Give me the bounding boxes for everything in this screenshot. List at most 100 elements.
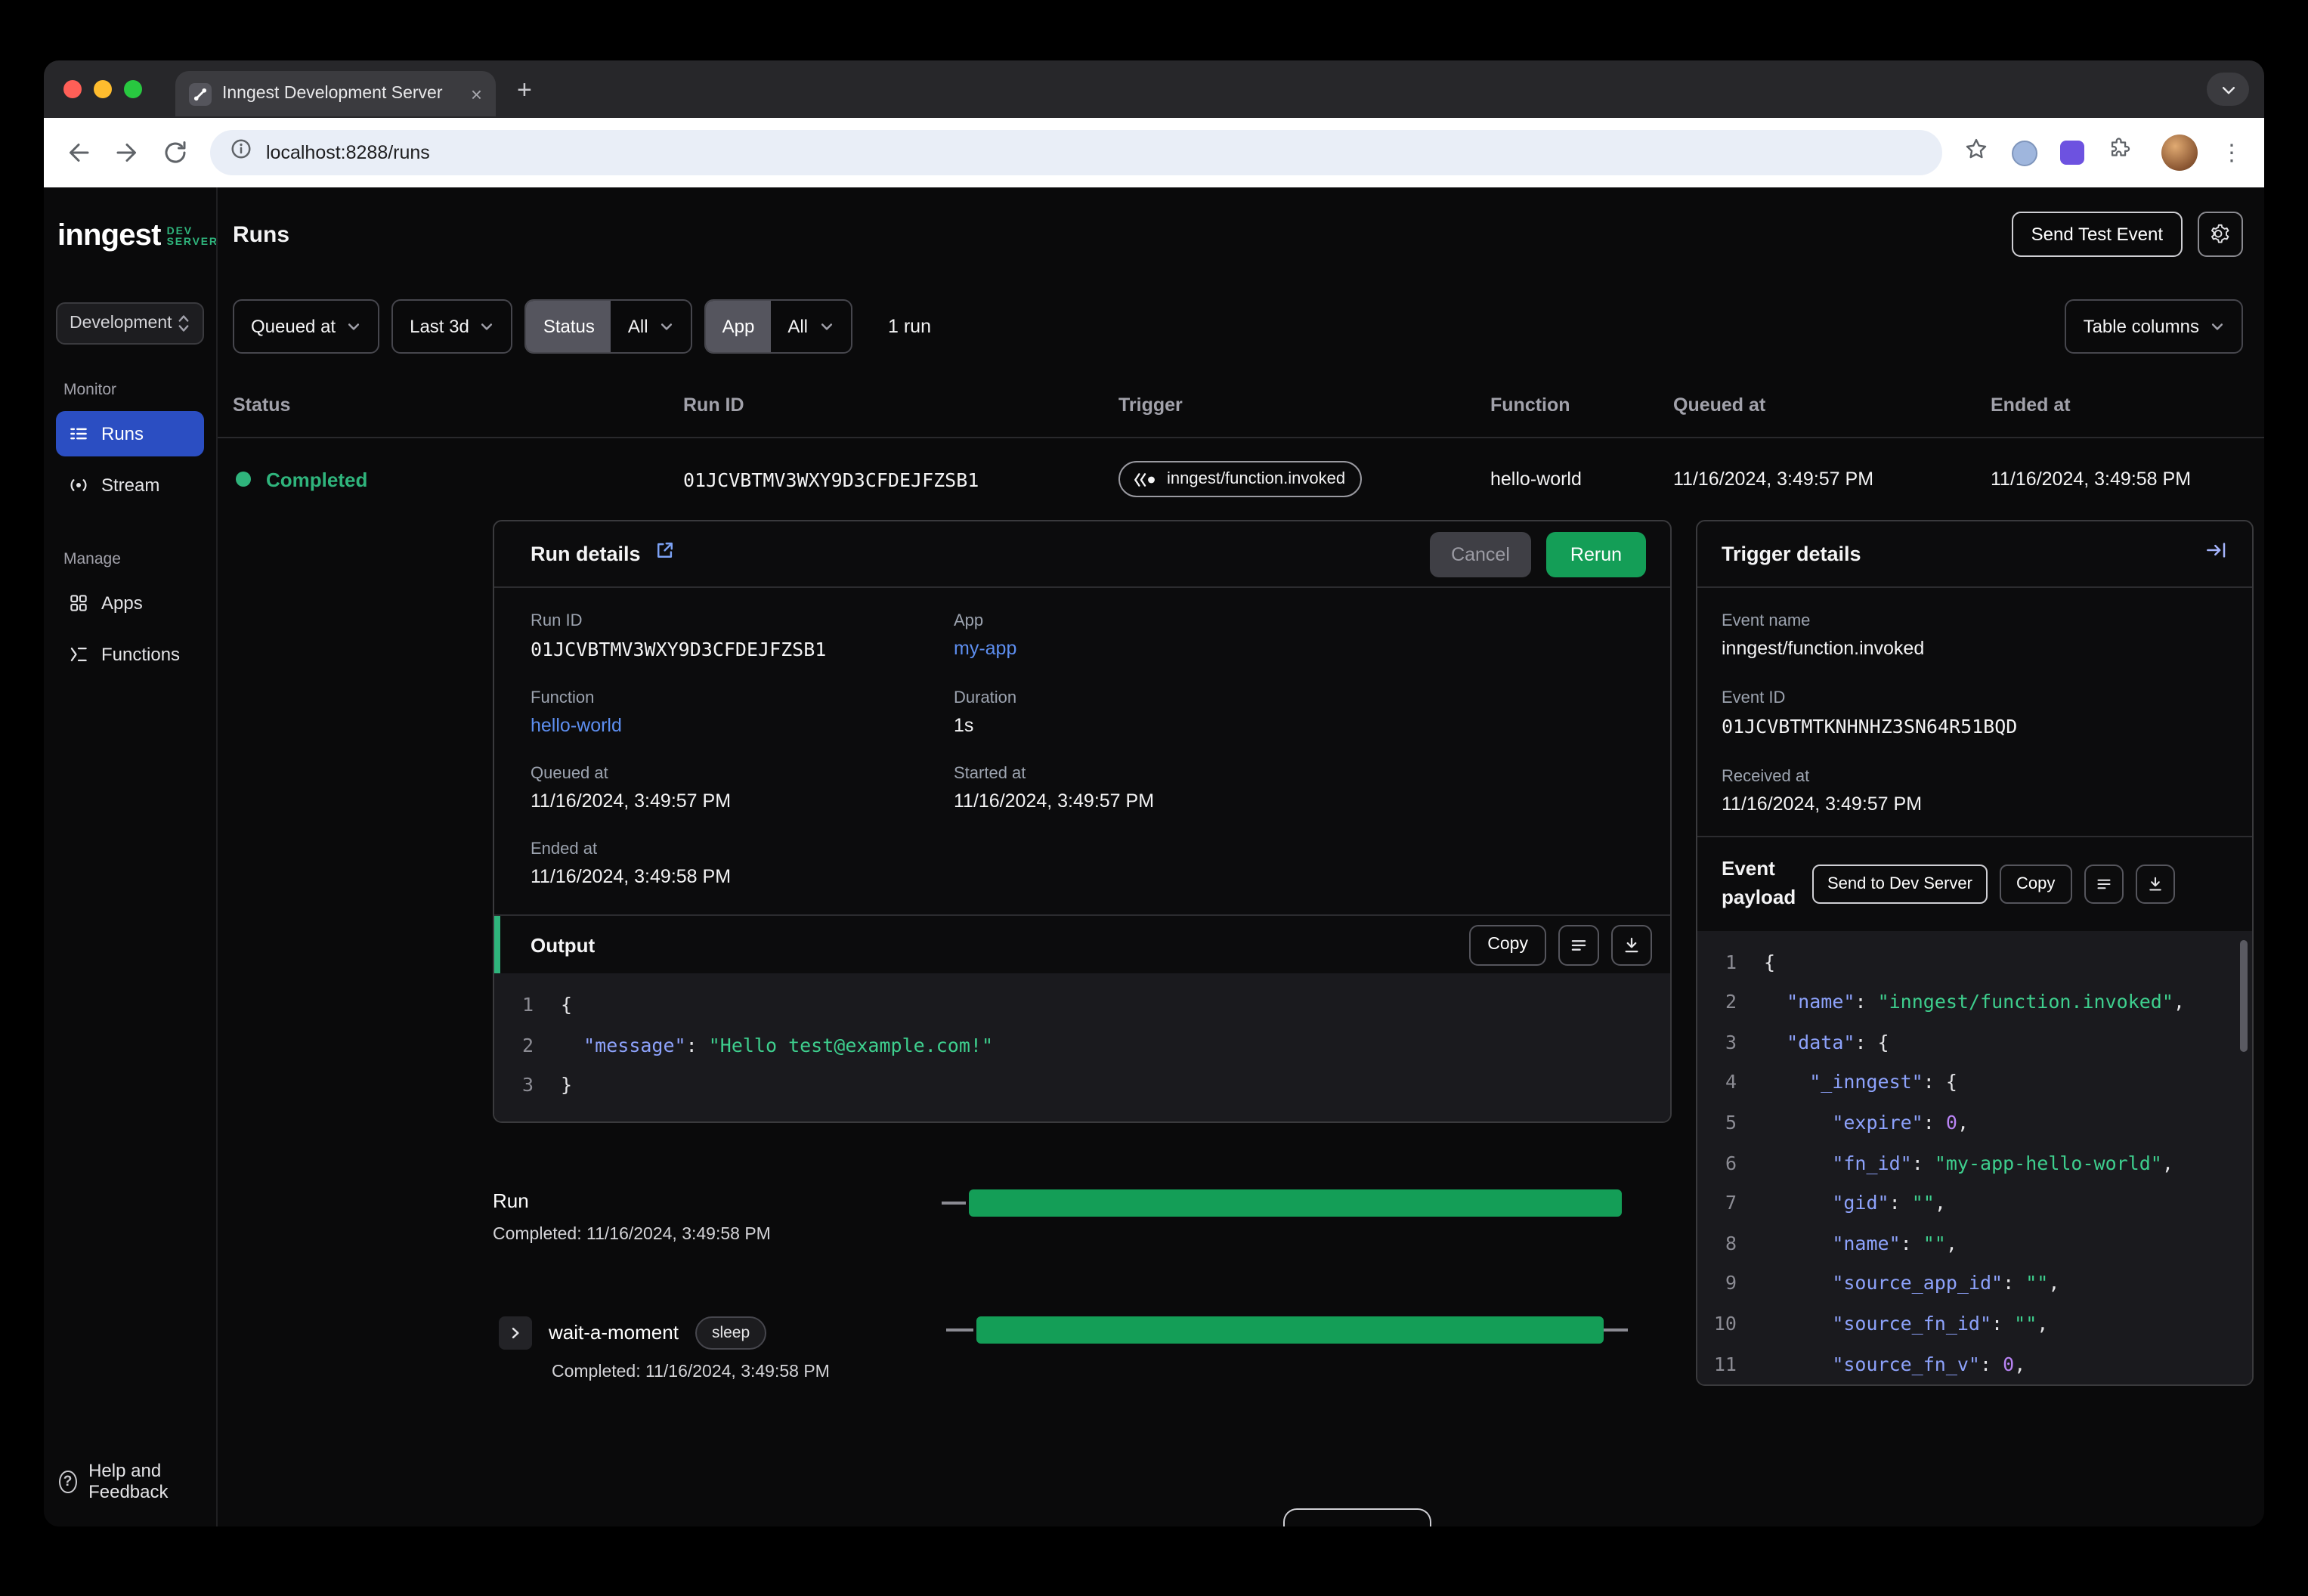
- queued-at-label: Queued at: [251, 316, 336, 337]
- status-filter-value: All: [627, 316, 648, 337]
- collapse-panel-button[interactable]: [2205, 540, 2228, 568]
- open-external-icon[interactable]: [654, 540, 676, 568]
- step-name: wait-a-moment: [549, 1321, 679, 1344]
- cut-off-button[interactable]: [1283, 1508, 1431, 1526]
- url-text: localhost:8288/runs: [266, 142, 430, 163]
- field-app: App my-app: [954, 612, 1634, 660]
- bookmark-star-icon[interactable]: [1963, 136, 1989, 169]
- field-ended-at: Ended at 11/16/2024, 3:49:58 PM: [531, 840, 732, 887]
- scroll-to-bottom-button[interactable]: [1611, 924, 1652, 965]
- code-line: 6 "fn_id": "my-app-hello-world",: [1725, 1151, 2173, 1174]
- sidebar-item-label: Apps: [101, 592, 143, 614]
- up-down-chevron-icon: [178, 315, 189, 332]
- zoom-window-button[interactable]: [124, 80, 142, 98]
- sidebar-item-stream[interactable]: Stream: [56, 462, 204, 508]
- stream-icon: [70, 479, 87, 491]
- time-range-filter[interactable]: Last 3d: [391, 299, 513, 354]
- code-line: 1{: [521, 993, 573, 1016]
- forward-button[interactable]: [113, 139, 141, 166]
- code-line: 11 "source_fn_v": 0,: [1713, 1352, 2026, 1375]
- page-title: Runs: [233, 221, 289, 247]
- profile-avatar[interactable]: [2161, 135, 2198, 171]
- timeline-run-status: Completed: 11/16/2024, 3:49:58 PM: [493, 1225, 771, 1244]
- field-event-id: Event ID 01JCVBTMTKNHNHZ3SN64R51BQD: [1722, 689, 2018, 738]
- field-duration: Duration 1s: [954, 689, 1017, 736]
- field-event-name: Event name inngest/function.invoked: [1722, 612, 1925, 659]
- scrollbar-thumb[interactable]: [2240, 939, 2248, 1052]
- code-line: 9 "source_app_id": "",: [1725, 1271, 2060, 1294]
- help-label: Help and Feedback: [88, 1460, 169, 1502]
- col-ended-at: Ended at: [1991, 394, 2071, 415]
- time-range-label: Last 3d: [410, 316, 469, 337]
- word-wrap-button[interactable]: [2084, 864, 2124, 904]
- trigger-pill[interactable]: inngest/function.invoked: [1118, 461, 1363, 497]
- queued-at-value: 11/16/2024, 3:49:57 PM: [1673, 469, 1874, 490]
- extensions-puzzle-icon[interactable]: [2107, 136, 2133, 169]
- trigger-fields: Event name inngest/function.invoked Even…: [1697, 588, 2252, 836]
- browser-tabstrip: Inngest Development Server × +: [44, 60, 2264, 118]
- send-test-event-button[interactable]: Send Test Event: [2011, 212, 2183, 257]
- expand-step-button[interactable]: [499, 1316, 532, 1350]
- tab-search-button[interactable]: [2207, 73, 2249, 106]
- chevron-down-icon: [820, 323, 832, 330]
- run-detail-area: Run details Cancel Rerun Run ID 01JCVBTM…: [218, 520, 2264, 1526]
- step-kind-badge: sleep: [695, 1316, 767, 1350]
- tab-close-icon[interactable]: ×: [471, 84, 482, 104]
- code-line: 2 "name": "inngest/function.invoked",: [1725, 990, 2185, 1013]
- timeline-run-label: Run: [493, 1189, 529, 1212]
- sidebar-item-apps[interactable]: Apps: [56, 580, 204, 626]
- output-accent-bar: [494, 916, 500, 973]
- gear-icon: [2211, 224, 2229, 243]
- col-run-id: Run ID: [683, 394, 744, 415]
- cancel-button[interactable]: Cancel: [1430, 531, 1531, 577]
- new-tab-button[interactable]: +: [517, 76, 532, 102]
- status-dot: [236, 472, 251, 487]
- browser-menu-icon[interactable]: ⋮: [2220, 141, 2243, 164]
- queued-at-filter[interactable]: Queued at: [233, 299, 380, 354]
- app-link[interactable]: my-app: [954, 638, 1634, 659]
- run-details-column: Run details Cancel Rerun Run ID 01JCVBTM…: [493, 520, 1672, 1443]
- event-payload-title: Event payload: [1722, 857, 1796, 908]
- settings-gear-button[interactable]: [2198, 212, 2243, 257]
- minimize-window-button[interactable]: [94, 80, 112, 98]
- run-details-card: Run details Cancel Rerun Run ID 01JCVBTM…: [493, 520, 1672, 1123]
- table-columns-button[interactable]: Table columns: [2065, 299, 2243, 354]
- help-and-feedback[interactable]: ? Help and Feedback: [56, 1460, 204, 1502]
- function-link[interactable]: hello-world: [531, 715, 954, 736]
- browser-tab[interactable]: Inngest Development Server ×: [175, 71, 496, 116]
- address-bar[interactable]: localhost:8288/runs: [210, 130, 1942, 175]
- chevron-down-icon: [348, 323, 360, 330]
- field-function: Function hello-world: [531, 689, 954, 736]
- environment-select[interactable]: Development: [56, 302, 204, 345]
- runs-icon: [70, 428, 87, 440]
- send-to-dev-server-button[interactable]: Send to Dev Server: [1812, 864, 1988, 904]
- sidebar-item-label: Functions: [101, 644, 181, 665]
- site-info-icon[interactable]: [230, 138, 252, 168]
- sidebar-item-functions[interactable]: Functions: [56, 632, 204, 677]
- status-filter[interactable]: Status All: [524, 299, 692, 354]
- reload-button[interactable]: [162, 139, 189, 166]
- rerun-button[interactable]: Rerun: [1545, 531, 1646, 577]
- extension-icon-2[interactable]: [2060, 141, 2084, 165]
- event-payload-header: Event payload Send to Dev Server Copy: [1697, 836, 2252, 930]
- word-wrap-button[interactable]: [1558, 924, 1599, 965]
- close-window-button[interactable]: [63, 80, 82, 98]
- extension-icon[interactable]: [2012, 140, 2037, 165]
- col-status: Status: [233, 394, 291, 415]
- code-line: 4 "_inngest": {: [1725, 1070, 1957, 1093]
- scroll-to-bottom-button[interactable]: [2135, 864, 2175, 904]
- field-received-at: Received at 11/16/2024, 3:49:57 PM: [1722, 768, 1923, 815]
- field-started-at: Started at 11/16/2024, 3:49:57 PM: [954, 765, 1155, 812]
- sidebar-item-runs[interactable]: Runs: [56, 411, 204, 456]
- copy-output-button[interactable]: Copy: [1469, 924, 1546, 965]
- function-name: hello-world: [1490, 469, 1582, 490]
- table-row[interactable]: Completed 01JCVBTMV3WXY9D3CFDEJFZSB1 inn…: [218, 438, 2264, 520]
- step-duration-bar: [976, 1316, 1604, 1344]
- output-code: 1{2 "message": "Hello test@example.com!"…: [494, 973, 1670, 1121]
- copy-payload-button[interactable]: Copy: [2000, 864, 2072, 904]
- chevron-down-icon: [2211, 323, 2223, 330]
- timeline-tick: [1604, 1328, 1628, 1332]
- back-button[interactable]: [65, 139, 92, 166]
- timeline-tick: [942, 1201, 966, 1205]
- app-filter[interactable]: App All: [704, 299, 852, 354]
